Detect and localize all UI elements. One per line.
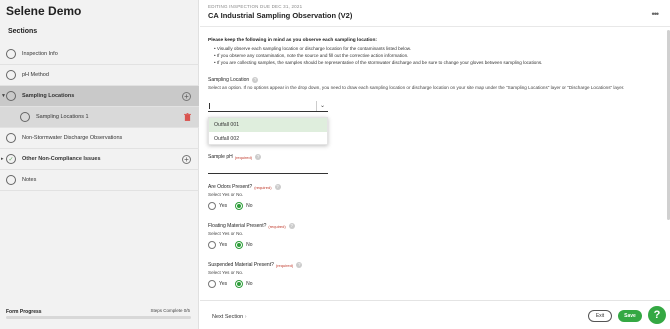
next-section-label: Next Section (212, 314, 244, 320)
more-horizontal-icon[interactable]: ••• (652, 9, 660, 19)
sidebar-item-notes[interactable]: Notes (0, 170, 199, 191)
radio-label: Yes (219, 203, 228, 209)
sidebar: Selene Demo Sections Inspection Info pH … (0, 0, 199, 329)
sidebar-item-sampling-locations-1[interactable]: Sampling Locations 1 (0, 107, 199, 128)
floating-yes-radio[interactable] (208, 241, 216, 249)
sampling-location-help: Select an option. If no options appear i… (208, 85, 625, 90)
status-circle-icon (6, 91, 16, 101)
option-outfall-001[interactable]: Outfall 001 (209, 118, 327, 132)
radio-label: Yes (219, 281, 228, 287)
suspended-radio-group: Yes No (208, 280, 653, 288)
floating-radio-group: Yes No (208, 241, 653, 249)
chevron-right-icon: › (244, 314, 247, 320)
help-icon[interactable]: ? (255, 154, 262, 160)
instructions-intro: Please keep the following in mind as you… (208, 38, 377, 43)
sidebar-item-label: Other Non-Compliance Issues (22, 156, 101, 162)
sidebar-item-label: Non-Stormwater Discharge Observations (22, 135, 123, 141)
sampling-location-question: Sampling Location ? Select an option. If… (208, 77, 653, 91)
steps-complete-label: Steps Complete 0/5 (150, 308, 190, 313)
help-icon[interactable]: ? (288, 223, 295, 229)
help-fab-icon[interactable]: ? (648, 306, 666, 324)
sampling-location-select[interactable]: ⌄ (208, 101, 328, 112)
main-content: EDITING INSPECTION DUE DEC 31, 2021 CA I… (200, 0, 670, 329)
required-marker: (required) (234, 154, 253, 160)
odors-label: Are Odors Present? (208, 184, 253, 190)
sample-ph-input[interactable] (208, 167, 328, 174)
caret-down-icon[interactable]: ▼ (1, 93, 6, 99)
suspended-material-question: Suspended Material Present? (required) ?… (208, 262, 653, 288)
form-progress-label: Form Progress (6, 309, 42, 315)
suspended-yes-radio[interactable] (208, 280, 216, 288)
floating-no-radio[interactable] (235, 241, 244, 249)
next-section-button[interactable]: Next Section › (212, 314, 247, 320)
sampling-location-label: Sampling Location (208, 77, 250, 83)
header-divider (200, 26, 670, 27)
status-circle-icon (6, 49, 16, 59)
app-title: Selene Demo (6, 4, 82, 18)
odors-no-radio[interactable] (235, 202, 244, 210)
sidebar-item-label: pH Method (22, 72, 49, 78)
sidebar-item-label: Inspection Info (22, 51, 58, 57)
help-icon[interactable]: ? (296, 262, 303, 268)
required-marker: (required) (275, 262, 294, 268)
status-circle-icon (6, 133, 16, 143)
add-plus-icon[interactable]: + (182, 154, 191, 164)
sampling-location-options: Outfall 001 Outfall 002 (208, 117, 328, 145)
sidebar-item-label: Sampling Locations 1 (36, 114, 89, 120)
instruction-item: Visually observe each sampling location … (214, 45, 658, 52)
progress-bar (6, 316, 191, 319)
add-plus-icon[interactable]: + (182, 91, 191, 101)
odors-radio-group: Yes No (208, 202, 653, 210)
help-icon[interactable]: ? (252, 77, 259, 83)
sections-heading: Sections (8, 28, 38, 35)
instructions-list: Visually observe each sampling location … (208, 45, 658, 66)
suspended-material-help: Select Yes or No. (208, 270, 244, 275)
sidebar-item-inspection-info[interactable]: Inspection Info (0, 44, 199, 65)
chevron-down-icon[interactable]: ⌄ (316, 101, 328, 111)
section-list: Inspection Info pH Method ▼ Sampling Loc… (0, 44, 199, 191)
status-check-icon (6, 154, 16, 164)
sidebar-item-non-stormwater[interactable]: Non-Stormwater Discharge Observations (0, 128, 199, 149)
status-circle-icon (20, 112, 30, 122)
sidebar-item-label: Notes (22, 177, 37, 183)
floating-material-help: Select Yes or No. (208, 231, 244, 236)
radio-label: No (246, 281, 253, 287)
save-button[interactable]: Save (618, 310, 642, 322)
caret-right-icon[interactable]: ▸ (1, 156, 4, 162)
floating-material-label: Floating Material Present? (208, 223, 267, 229)
required-marker: (required) (254, 184, 272, 190)
sidebar-item-sampling-locations[interactable]: ▼ Sampling Locations + (0, 86, 199, 107)
sidebar-item-other-non-compliance[interactable]: ▸ Other Non-Compliance Issues + (0, 149, 199, 170)
instruction-item: If you are collecting samples, the sampl… (214, 59, 658, 66)
suspended-material-label: Suspended Material Present? (208, 262, 274, 268)
odors-yes-radio[interactable] (208, 202, 216, 210)
suspended-no-radio[interactable] (235, 280, 244, 288)
sidebar-item-ph-method[interactable]: pH Method (0, 65, 199, 86)
radio-label: No (246, 242, 253, 248)
floating-material-question: Floating Material Present? (required) ? … (208, 223, 653, 249)
odors-help: Select Yes or No. (208, 192, 244, 197)
editing-inspection-label: EDITING INSPECTION DUE DEC 31, 2021 (208, 4, 303, 9)
text-cursor (209, 103, 210, 109)
odors-question: Are Odors Present? (required) ? Select Y… (208, 184, 653, 210)
form-title: CA Industrial Sampling Observation (V2) (208, 11, 353, 20)
sample-ph-label: Sample pH (208, 154, 233, 160)
help-icon[interactable]: ? (274, 184, 281, 190)
trash-icon[interactable] (184, 113, 191, 121)
radio-label: Yes (219, 242, 228, 248)
instruction-item: If you observe any contamination, note t… (214, 52, 658, 59)
footer-bar: Next Section › Exit Save (200, 300, 670, 329)
required-marker: (required) (268, 223, 286, 229)
option-outfall-002[interactable]: Outfall 002 (209, 132, 327, 146)
sample-ph-question: Sample pH (required) ? (208, 154, 262, 160)
instructions: Please keep the following in mind as you… (208, 38, 658, 66)
status-circle-icon (6, 175, 16, 185)
status-circle-icon (6, 70, 16, 80)
sidebar-item-label: Sampling Locations (22, 93, 75, 99)
radio-label: No (246, 203, 253, 209)
exit-button[interactable]: Exit (588, 310, 612, 322)
